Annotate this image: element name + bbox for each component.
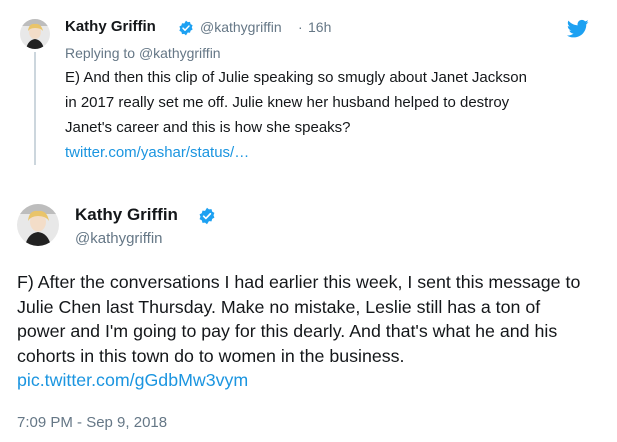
verified-badge-icon: [178, 20, 194, 36]
reply-tweet-avatar[interactable]: [20, 19, 50, 49]
main-tweet-avatar[interactable]: [17, 204, 59, 246]
reply-tweet-timestamp[interactable]: 16h: [308, 17, 331, 37]
reply-tweet-body: E) And then this clip of Julie speaking …: [65, 65, 535, 165]
main-tweet-media-link[interactable]: pic.twitter.com/gGdbMw3vym: [17, 370, 248, 390]
main-tweet-body: F) After the conversations I had earlier…: [17, 270, 592, 393]
main-tweet-handle[interactable]: @kathygriffin: [75, 229, 163, 249]
reply-tweet-handle[interactable]: @kathygriffin: [200, 17, 282, 37]
reply-tweet-text: E) And then this clip of Julie speaking …: [65, 69, 527, 136]
main-tweet-text: F) After the conversations I had earlier…: [17, 272, 581, 366]
main-tweet-timestamp[interactable]: 7:09 PM - Sep 9, 2018: [17, 413, 167, 433]
replying-to-mention[interactable]: @kathygriffin: [139, 45, 221, 61]
replying-to-line: Replying to @kathygriffin: [65, 43, 221, 63]
main-tweet-author-name[interactable]: Kathy Griffin: [75, 204, 178, 226]
verified-badge-icon: [198, 207, 216, 225]
twitter-bird-icon[interactable]: [566, 19, 589, 39]
reply-tweet-author-name[interactable]: Kathy Griffin: [65, 16, 156, 38]
thread-connector-line: [34, 52, 36, 165]
reply-tweet-separator: ·: [298, 19, 303, 35]
reply-tweet-link[interactable]: twitter.com/yashar/status/…: [65, 144, 249, 161]
replying-to-label: Replying to: [65, 45, 139, 61]
